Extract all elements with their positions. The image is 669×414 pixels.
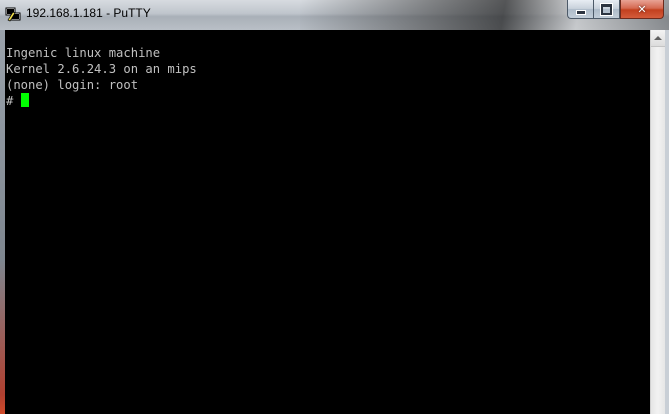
title-bar[interactable]: 192.168.1.181 - PuTTY ✕	[0, 0, 669, 30]
terminal-prompt-line: #	[6, 93, 650, 109]
window-title: 192.168.1.181 - PuTTY	[26, 6, 151, 20]
terminal-line: (none) login: root	[6, 78, 139, 92]
maximize-icon	[600, 2, 613, 16]
vertical-scrollbar[interactable]	[650, 30, 665, 414]
close-icon: ✕	[637, 2, 647, 16]
window-frame-right	[665, 30, 669, 414]
arrow-up-icon	[654, 36, 662, 40]
shell-prompt: #	[6, 94, 21, 108]
maximize-button[interactable]	[593, 0, 620, 19]
minimize-icon	[575, 9, 586, 15]
putty-icon[interactable]	[5, 6, 21, 22]
terminal-cursor	[20, 93, 29, 107]
window-controls: ✕	[567, 0, 664, 20]
terminal-line: Kernel 2.6.24.3 on an mips	[6, 62, 197, 76]
scroll-up-button[interactable]	[651, 30, 665, 47]
putty-window: 192.168.1.181 - PuTTY ✕ Ingenic linux ma…	[0, 0, 669, 414]
terminal-line: Ingenic linux machine	[6, 46, 161, 60]
close-button[interactable]: ✕	[620, 0, 664, 19]
terminal-area[interactable]: Ingenic linux machine Kernel 2.6.24.3 on…	[5, 30, 650, 414]
minimize-button[interactable]	[567, 0, 593, 19]
